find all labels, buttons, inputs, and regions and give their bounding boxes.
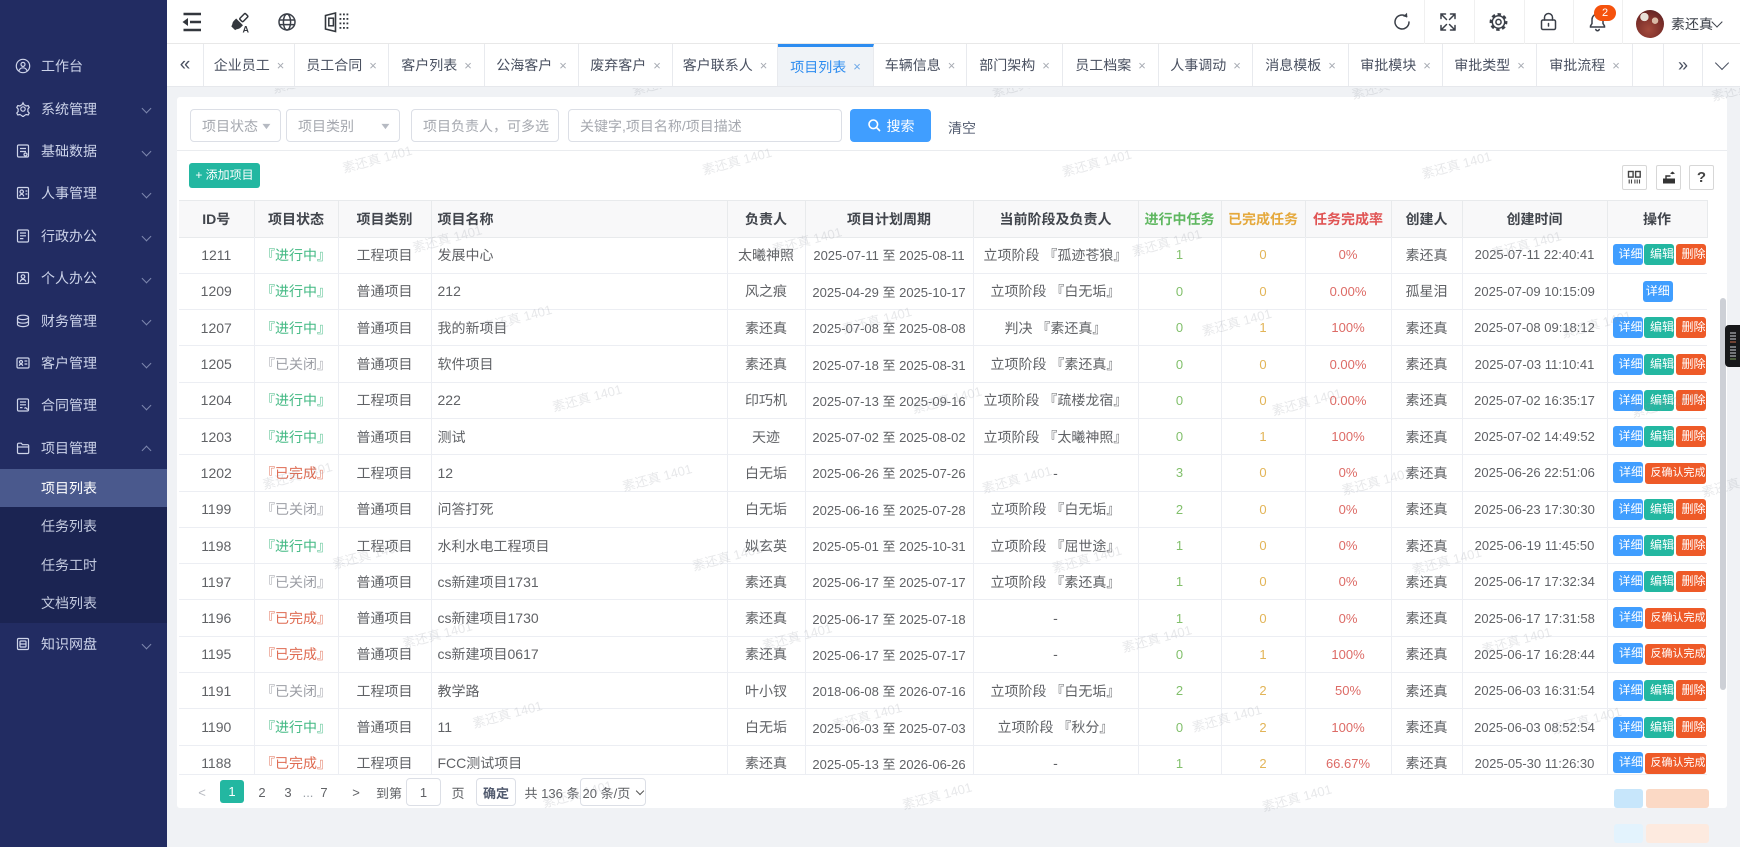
svg-text:A: A bbox=[243, 25, 250, 35]
